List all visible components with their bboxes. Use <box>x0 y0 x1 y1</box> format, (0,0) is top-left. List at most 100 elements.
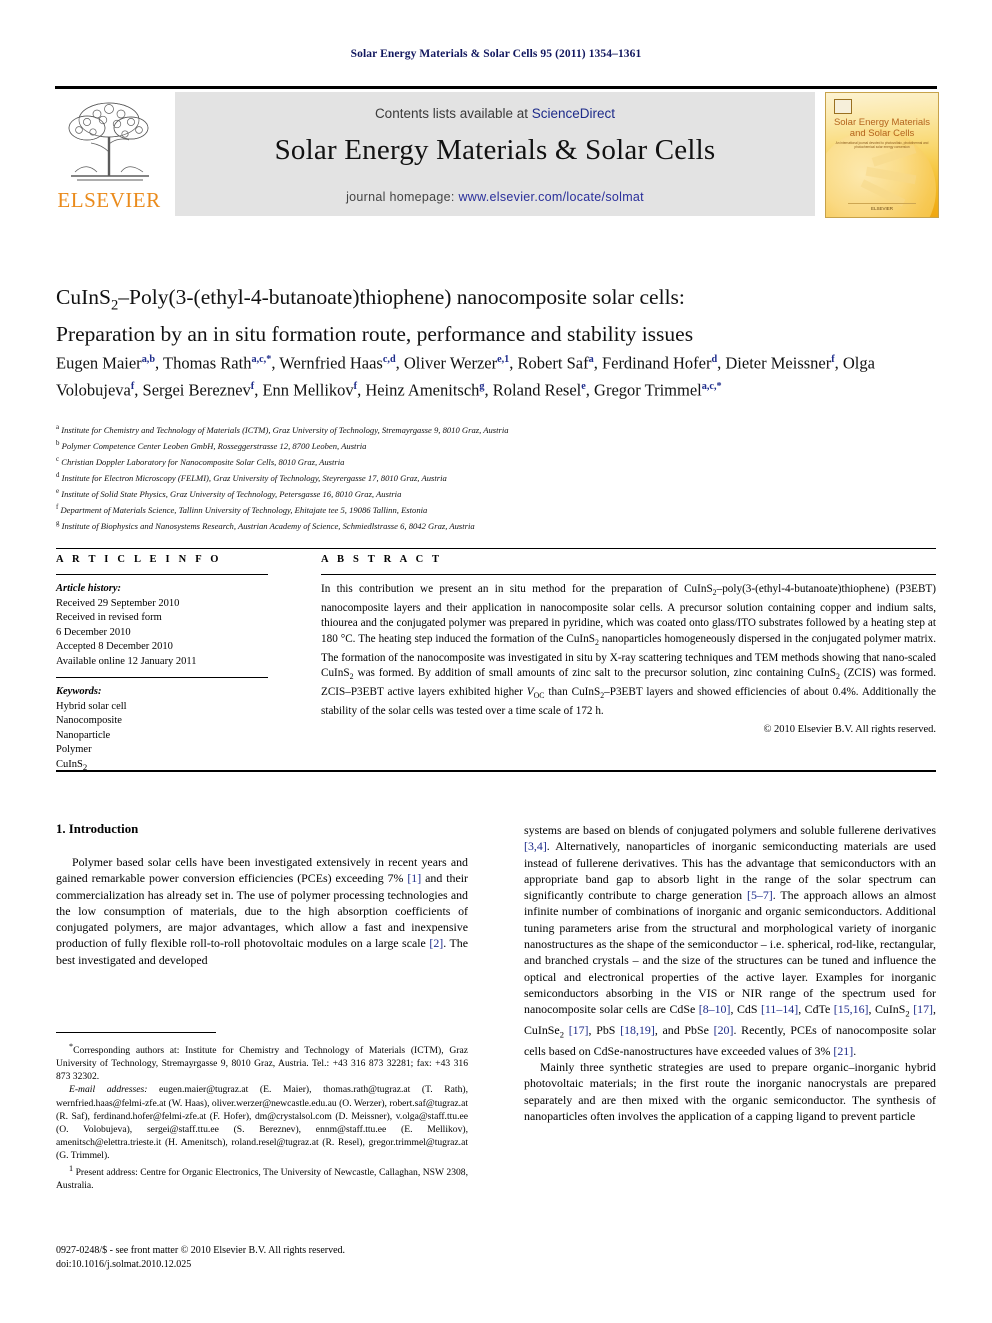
affiliation-line: g Institute of Biophysics and Nanosystem… <box>56 517 936 533</box>
footnote-email-addresses: E-mail addresses: eugen.maier@tugraz.at … <box>56 1084 468 1161</box>
author-name: Ferdinand Hofer <box>601 353 712 373</box>
author-list: Eugen Maiera,b, Thomas Ratha,c,*, Wernfr… <box>56 353 875 400</box>
journal-title: Solar Energy Materials & Solar Cells <box>274 134 716 166</box>
elsevier-wordmark: ELSEVIER <box>57 188 161 212</box>
article-history-item: Received 29 September 2010 <box>56 597 180 609</box>
abstract-copyright: © 2010 Elsevier B.V. All rights reserved… <box>763 723 936 735</box>
author-affiliation-marker: a,c,* <box>251 354 272 365</box>
author-affiliation-marker: f <box>250 381 255 392</box>
running-head: Solar Energy Materials & Solar Cells 95 … <box>350 48 642 60</box>
author-name: Heinz Amenitsch <box>365 380 480 400</box>
affiliation-list: a Institute for Chemistry and Technology… <box>56 421 936 533</box>
masthead-band: Contents lists available at ScienceDirec… <box>175 92 815 216</box>
affiliation-text: Institute for Chemistry and Technology o… <box>59 424 509 435</box>
elsevier-tree-icon <box>57 94 161 186</box>
affiliation-text: Department of Materials Science, Tallinn… <box>58 505 428 516</box>
imprint-block: 0927-0248/$ - see front matter © 2010 El… <box>56 1244 468 1272</box>
author-name: Robert Saf <box>517 353 589 373</box>
article-history-item: 6 December 2010 <box>56 626 131 638</box>
journal-homepage-link[interactable]: www.elsevier.com/locate/solmat <box>458 190 643 204</box>
footnote-present-address: 1 Present address: Centre for Organic El… <box>56 1164 468 1192</box>
affiliation-text: Institute of Solid State Physics, Graz U… <box>59 489 402 500</box>
keyword-item: Nanocomposite <box>56 715 122 726</box>
paper-page: Solar Energy Materials & Solar Cells 95 … <box>0 0 992 1323</box>
abstract-block-top-rule <box>56 548 936 549</box>
article-info-column: A R T I C L E I N F O Article history: R… <box>56 554 268 774</box>
cover-title-line1: Solar Energy Materials <box>833 117 931 128</box>
affiliation-text: Christian Doppler Laboratory for Nanocom… <box>59 456 345 467</box>
article-info-rule <box>56 574 268 575</box>
affiliation-text: Polymer Competence Center Leoben GmbH, R… <box>59 440 367 451</box>
author-name: Enn Mellikov <box>262 380 354 400</box>
sciencedirect-link[interactable]: ScienceDirect <box>532 106 615 121</box>
author-name: Wernfried Haas <box>279 353 383 373</box>
article-title-line2: Preparation by an in situ formation rout… <box>56 322 694 347</box>
abstract-body: In this contribution we present an in si… <box>321 583 936 718</box>
article-history-label: Article history: <box>56 583 122 594</box>
article-history-lines: Received 29 September 2010 Received in re… <box>56 597 268 670</box>
article-history-item: Available online 12 January 2011 <box>56 655 197 667</box>
cover-title-line2: and Solar Cells <box>849 128 915 139</box>
keyword-item: Hybrid solar cell <box>56 700 127 712</box>
author-name: Sergei Bereznev <box>142 380 251 400</box>
author-name: Thomas Rath <box>163 353 252 373</box>
issn-front-matter: 0927-0248/$ - see front matter © 2010 El… <box>56 1245 346 1256</box>
body-column-left: 1. Introduction Polymer based solar cell… <box>56 822 468 968</box>
keyword-item: Nanoparticle <box>56 729 111 741</box>
footnote-block: *Corresponding authors at: Institute for… <box>56 1040 468 1192</box>
author-name: Roland Resel <box>492 380 582 400</box>
author-affiliation-marker: c,d <box>382 354 396 365</box>
keywords-rule <box>56 677 268 678</box>
author-name: Gregor Trimmel <box>594 380 702 400</box>
article-history-item: Received in revised form <box>56 612 162 623</box>
doi-line: doi:10.1016/j.solmat.2010.12.025 <box>56 1259 192 1270</box>
cover-elsevier-mark-icon <box>834 99 852 114</box>
abstract-block-bottom-rule <box>56 770 936 772</box>
contents-list-line: Contents lists available at ScienceDirec… <box>175 106 815 121</box>
affiliation-line: a Institute for Chemistry and Technology… <box>56 421 936 437</box>
contents-prefix: Contents lists available at <box>374 106 532 121</box>
author-affiliation-marker: g <box>479 381 485 392</box>
affiliation-line: e Institute of Solid State Physics, Graz… <box>56 485 936 501</box>
journal-cover-thumbnail: Solar Energy Materials and Solar Cells A… <box>825 92 939 218</box>
cover-subtitle: An international journal devoted to phot… <box>835 141 929 149</box>
author-affiliation-marker: f <box>353 381 358 392</box>
abstract-rule <box>321 574 936 575</box>
intro-paragraph-left: Polymer based solar cells have been inve… <box>56 855 469 967</box>
keywords-label: Keywords: <box>56 686 102 697</box>
article-history-item: Accepted 8 December 2010 <box>56 641 173 652</box>
author-affiliation-marker: f <box>831 354 835 365</box>
cover-footer-logo: ELSEVIER <box>848 203 916 211</box>
author-name: Dieter Meissner <box>725 353 832 373</box>
abstract-heading: A B S T R A C T <box>321 554 443 565</box>
affiliation-line: f Department of Materials Science, Talli… <box>56 501 936 517</box>
affiliation-line: c Christian Doppler Laboratory for Nanoc… <box>56 453 936 469</box>
article-title-line1: CuInS2–Poly(3-(ethyl-4-butanoate)thiophe… <box>56 283 936 320</box>
title-compound-prefix: CuInS <box>56 285 111 309</box>
title-rest: –Poly(3-(ethyl-4-butanoate)thiophene) na… <box>118 285 685 309</box>
journal-homepage-line: journal homepage: www.elsevier.com/locat… <box>175 190 815 204</box>
author-affiliation-marker: e <box>581 381 586 392</box>
footnote-corresponding-author: *Corresponding authors at: Institute for… <box>56 1042 468 1083</box>
page-title: CuInS2–Poly(3-(ethyl-4-butanoate)thiophe… <box>56 283 936 349</box>
author-affiliation-marker: d <box>711 354 718 365</box>
journal-masthead: ELSEVIER Contents lists available at Sci… <box>55 86 939 218</box>
homepage-prefix: journal homepage: <box>346 190 459 204</box>
section-heading-introduction: 1. Introduction <box>56 822 139 836</box>
masthead-top-rule <box>55 86 937 89</box>
keyword-item: Polymer <box>56 744 92 755</box>
footnote-separator-rule <box>56 1032 216 1033</box>
elsevier-logo: ELSEVIER <box>55 92 163 216</box>
affiliation-text: Institute of Biophysics and Nanosystems … <box>59 521 475 532</box>
author-affiliation-marker: e,1 <box>497 354 510 365</box>
cover-title: Solar Energy Materials and Solar Cells <box>830 117 934 139</box>
intro-paragraph-right-2: Mainly three synthetic strategies are us… <box>524 1059 936 1123</box>
abstract-column: A B S T R A C T In this contribution we … <box>321 554 936 735</box>
affiliation-line: b Polymer Competence Center Leoben GmbH,… <box>56 437 936 453</box>
author-name: Eugen Maier <box>56 353 142 373</box>
author-affiliation-marker: a,c,* <box>701 381 722 392</box>
author-affiliation-marker: a <box>588 354 594 365</box>
info-abstract-block: A R T I C L E I N F O Article history: R… <box>56 548 936 778</box>
affiliation-line: d Institute for Electron Microscopy (FEL… <box>56 469 936 485</box>
author-name: Oliver Werzer <box>403 353 498 373</box>
